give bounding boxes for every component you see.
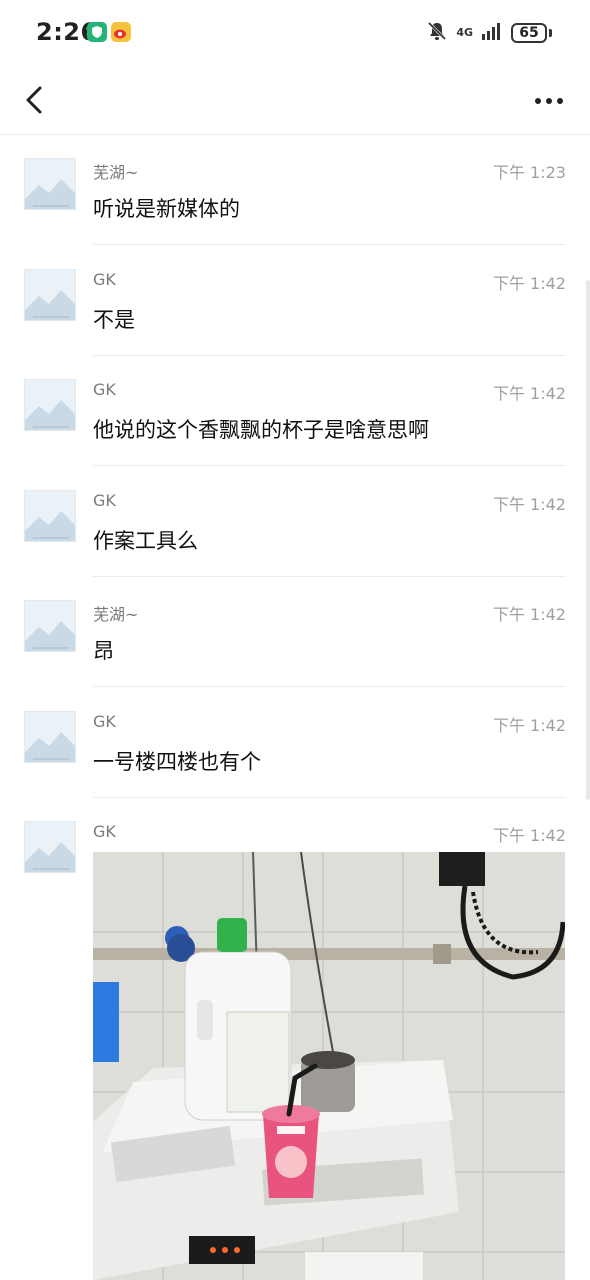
avatar[interactable] [24,821,76,873]
message-time: 下午 1:42 [492,274,566,293]
sender-name: GK [93,491,116,510]
network-type: 4G [456,26,473,39]
signal-icon [481,21,503,45]
sender-name: GK [93,712,116,731]
message-text: 一号楼四楼也有个 [93,750,261,774]
message-divider [93,686,566,687]
avatar[interactable] [24,379,76,431]
message-text: 不是 [93,308,135,332]
message-item[interactable]: GK 下午 1:42 他说的这个香飘飘的杯子是啥意思啊 [0,376,590,466]
message-item[interactable]: GK 下午 1:42 作案工具么 [0,487,590,577]
more-dots-icon[interactable] [532,86,566,116]
scrollbar[interactable] [586,280,590,800]
message-text: 昂 [93,639,114,663]
back-arrow-icon[interactable] [18,82,54,118]
weibo-app-icon [111,22,131,42]
bell-mute-icon [426,20,448,46]
shield-app-icon [87,22,107,42]
message-item[interactable]: GK 下午 1:42 一号楼四楼也有个 [0,708,590,798]
message-photo[interactable] [93,852,565,1280]
message-text: 作案工具么 [93,529,198,553]
avatar[interactable] [24,269,76,321]
sender-name: 芜湖~ [93,605,139,624]
message-text: 他说的这个香飘飘的杯子是啥意思啊 [93,418,429,442]
message-item[interactable]: GK 下午 1:42 不是 [0,266,590,356]
message-item[interactable]: 芜湖~ 下午 1:42 昂 [0,597,590,687]
sender-name: 芜湖~ [93,163,139,182]
message-text: 听说是新媒体的 [93,197,240,221]
sender-name: GK [93,380,116,399]
avatar[interactable] [24,158,76,210]
message-item[interactable]: 芜湖~ 下午 1:23 听说是新媒体的 [0,155,590,245]
message-divider [93,244,566,245]
battery-tip [549,29,552,37]
avatar[interactable] [24,711,76,763]
sender-name: GK [93,822,116,841]
sender-name: GK [93,270,116,289]
battery-level: 65 [519,25,539,41]
message-time: 下午 1:42 [492,384,566,403]
chat-title-bar [0,68,590,135]
message-divider [93,576,566,577]
message-time: 下午 1:42 [492,826,566,845]
message-time: 下午 1:42 [492,605,566,624]
message-divider [93,797,566,798]
avatar[interactable] [24,490,76,542]
message-divider [93,465,566,466]
message-time: 下午 1:42 [492,716,566,735]
message-divider [93,355,566,356]
message-time: 下午 1:42 [492,495,566,514]
status-bar: 2:26 4G 65 [0,0,590,68]
message-time: 下午 1:23 [492,163,566,182]
battery-indicator: 65 [511,23,547,43]
avatar[interactable] [24,600,76,652]
